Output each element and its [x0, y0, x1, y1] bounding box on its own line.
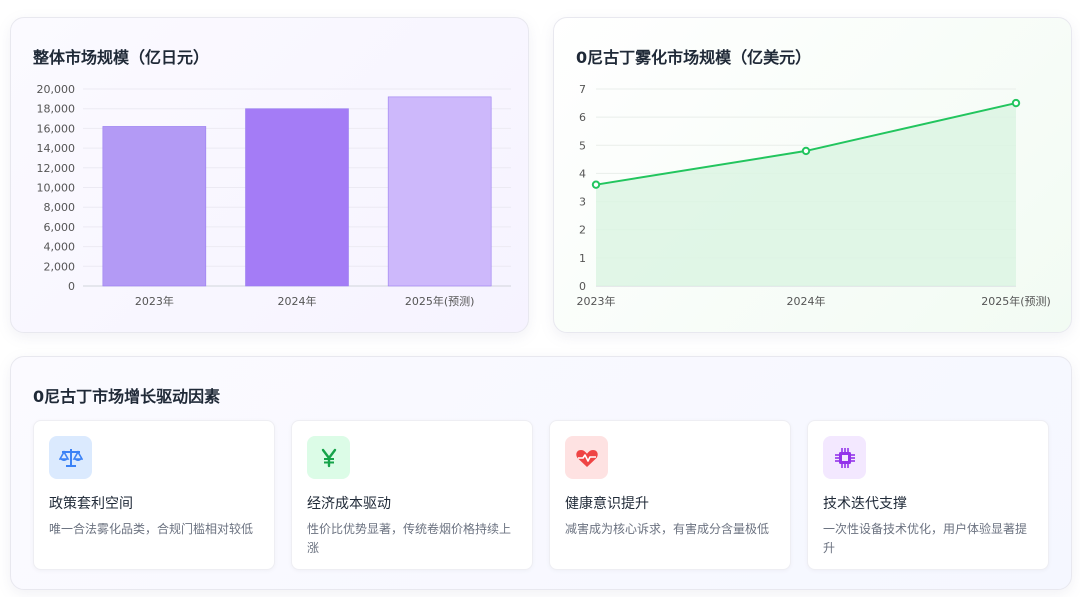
- bar: [245, 108, 349, 287]
- market-size-card: 整体市场规模（亿日元） 0 2,000 4,000 6,000 8,000 10,000 1…: [10, 17, 529, 333]
- area-fill: [596, 103, 1016, 286]
- factor-desc: 一次性设备技术优化，用户体验显著提升: [823, 522, 1028, 555]
- y-tick-label: 7: [579, 83, 586, 96]
- heartbeat-icon: [565, 436, 608, 479]
- vape-market-card: 0尼古丁雾化市场规模（亿美元） 0 1 2 3 4 5 6 7 2023年 2024年 2025年(…: [553, 17, 1072, 333]
- x-tick-label: 2024年: [278, 294, 317, 308]
- y-tick-label: 5: [579, 139, 586, 152]
- factor-title: 政策套利空间: [49, 496, 133, 512]
- y-tick-label: 2: [579, 224, 586, 237]
- factor-title: 经济成本驱动: [307, 496, 391, 512]
- factor-title: 健康意识提升: [565, 496, 649, 512]
- y-tick-label: 10,000: [37, 182, 76, 195]
- balance-scale-icon: [49, 436, 92, 479]
- y-tick-label: 2,000: [44, 260, 76, 273]
- y-tick-label: 1: [579, 252, 586, 265]
- x-tick-label: 2025年(预测): [981, 294, 1051, 308]
- factor-desc: 唯一合法雾化品类，合规门槛相对较低: [49, 522, 254, 536]
- y-tick-label: 0: [579, 280, 586, 293]
- data-point: [1011, 98, 1021, 108]
- factor-card-health: 健康意识提升 减害成为核心诉求，有害成分含量极低: [549, 420, 791, 570]
- x-tick-label: 2023年: [135, 294, 174, 308]
- y-tick-label: 3: [579, 196, 586, 209]
- factor-desc: 减害成为核心诉求，有害成分含量极低: [565, 522, 770, 536]
- x-tick-label: 2025年(预测): [405, 294, 475, 308]
- bar: [102, 126, 207, 287]
- y-tick-label: 18,000: [37, 103, 76, 116]
- y-tick-label: 6,000: [44, 221, 76, 234]
- microchip-icon: [823, 436, 866, 479]
- factor-desc: 性价比优势显著，传统卷烟价格持续上涨: [307, 522, 512, 555]
- bar: [387, 96, 492, 287]
- y-tick-label: 12,000: [37, 162, 76, 175]
- x-tick-label: 2024年: [787, 294, 826, 308]
- y-tick-label: 0: [68, 280, 75, 293]
- y-tick-label: 8,000: [44, 201, 76, 214]
- factor-card-tech: 技术迭代支撑 一次性设备技术优化，用户体验显著提升: [807, 420, 1049, 570]
- y-tick-label: 4: [579, 167, 586, 180]
- factor-card-policy: 政策套利空间 唯一合法雾化品类，合规门槛相对较低: [33, 420, 275, 570]
- market-size-bar-chart: 0 2,000 4,000 6,000 8,000 10,000 12,000 14,000 1…: [37, 83, 511, 308]
- y-tick-label: 14,000: [37, 142, 76, 155]
- factor-card-economy: 经济成本驱动 性价比优势显著，传统卷烟价格持续上涨: [291, 420, 533, 570]
- x-tick-label: 2023年: [577, 294, 616, 308]
- growth-factors-title: 0尼古丁市场增长驱动因素: [33, 387, 221, 406]
- vape-market-line-chart: 0 1 2 3 4 5 6 7 2023年 2024年 2025年(预测): [577, 83, 1051, 308]
- y-tick-label: 4,000: [44, 241, 76, 254]
- factor-title: 技术迭代支撑: [823, 496, 907, 512]
- data-point: [801, 146, 811, 156]
- y-tick-label: 6: [579, 111, 586, 124]
- y-tick-label: 20,000: [37, 83, 76, 96]
- y-tick-label: 16,000: [37, 122, 76, 135]
- data-point: [591, 180, 601, 189]
- yen-icon: [307, 436, 350, 479]
- growth-factors-card: 0尼古丁市场增长驱动因素 政策套利空间 唯一合法雾化品类，合规门槛相对较低 经济…: [10, 356, 1072, 590]
